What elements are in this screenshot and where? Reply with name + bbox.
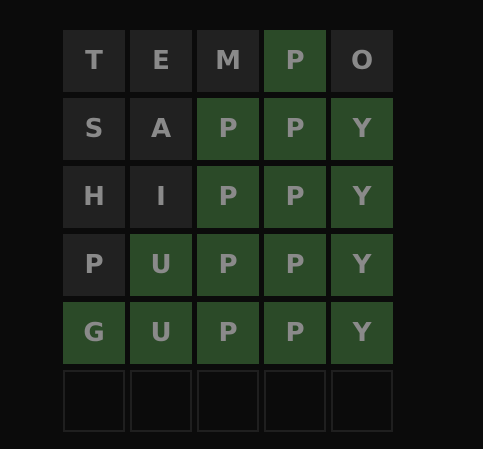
tile-r5-c3: P <box>197 302 259 364</box>
tile-r3-c1: H <box>63 166 125 228</box>
tile-r1-c2: E <box>130 30 192 92</box>
tile-r1-c1: T <box>63 30 125 92</box>
tile-r3-c4: P <box>264 166 326 228</box>
tile-r6-c5 <box>331 370 393 432</box>
tile-r1-c5: O <box>331 30 393 92</box>
tile-r4-c4: P <box>264 234 326 296</box>
tile-r6-c1 <box>63 370 125 432</box>
tile-r2-c3: P <box>197 98 259 160</box>
tile-r5-c2: U <box>130 302 192 364</box>
tile-r5-c5: Y <box>331 302 393 364</box>
tile-r4-c5: Y <box>331 234 393 296</box>
tile-r5-c1: G <box>63 302 125 364</box>
tile-r5-c4: P <box>264 302 326 364</box>
tile-r2-c4: P <box>264 98 326 160</box>
tile-r4-c2: U <box>130 234 192 296</box>
tile-r1-c3: M <box>197 30 259 92</box>
tile-r2-c5: Y <box>331 98 393 160</box>
tile-r3-c2: I <box>130 166 192 228</box>
game-board: TEMPOSAPPYHIPPYPUPPYGUPPY <box>63 30 393 432</box>
tile-r1-c4: P <box>264 30 326 92</box>
tile-r3-c5: Y <box>331 166 393 228</box>
tile-r3-c3: P <box>197 166 259 228</box>
tile-r6-c2 <box>130 370 192 432</box>
tile-r6-c4 <box>264 370 326 432</box>
tile-r4-c3: P <box>197 234 259 296</box>
tile-r2-c2: A <box>130 98 192 160</box>
tile-r4-c1: P <box>63 234 125 296</box>
tile-r6-c3 <box>197 370 259 432</box>
tile-r2-c1: S <box>63 98 125 160</box>
